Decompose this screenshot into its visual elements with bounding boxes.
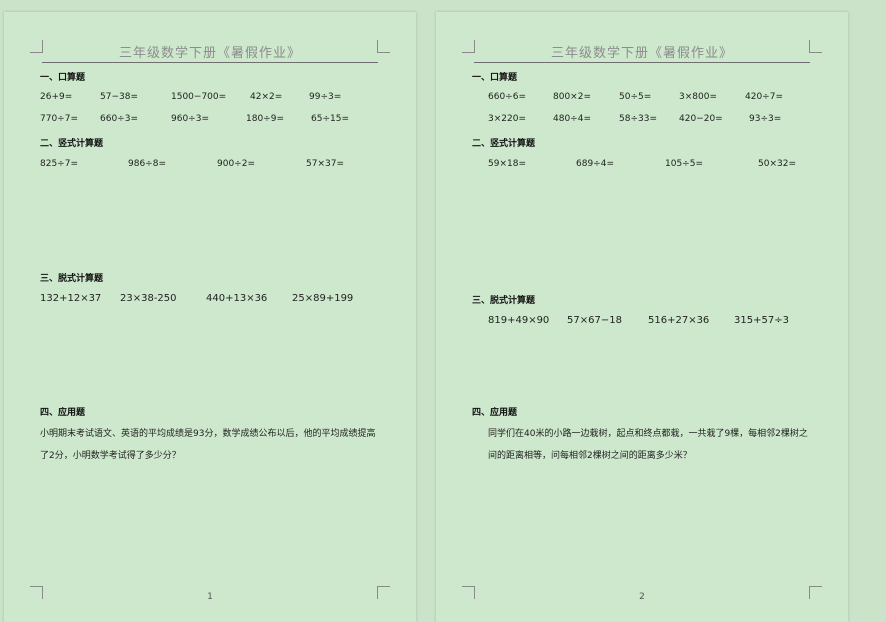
page-number: 2: [639, 592, 645, 602]
section-title-oral: 一、口算题: [472, 73, 518, 83]
problem: 132+12×37: [40, 293, 102, 304]
section-title-step: 三、脱式计算题: [40, 274, 104, 284]
problem: 93÷3=: [749, 114, 782, 124]
problem: 50÷5=: [619, 92, 652, 102]
problem: 420−20=: [679, 114, 723, 124]
page-header: 三年级数学下册《暑假作业》: [42, 42, 378, 63]
section-title-vertical: 二、竖式计算题: [40, 139, 104, 149]
word-problem: 同学们在40米的小路一边栽树，起点和终点都栽，一共栽了9棵，每相邻2棵树之间的距…: [488, 429, 808, 461]
problem: 59×18=: [488, 159, 526, 169]
problem: 825÷7=: [40, 159, 78, 169]
problem: 57×37=: [306, 159, 344, 169]
page-header: 三年级数学下册《暑假作业》: [474, 42, 810, 63]
section-title-word: 四、应用题: [472, 408, 518, 418]
problem: 986÷8=: [128, 159, 166, 169]
problem: 689÷4=: [576, 159, 614, 169]
problem: 900÷2=: [217, 159, 255, 169]
corner-mark: [809, 40, 822, 53]
corner-mark: [377, 40, 390, 53]
problem: 960÷3=: [171, 114, 209, 124]
problem: 315+57÷3: [734, 315, 789, 326]
problem: 800×2=: [553, 92, 591, 102]
section-title-vertical: 二、竖式计算题: [472, 139, 536, 149]
problem: 26+9=: [40, 92, 73, 102]
problem: 3×800=: [679, 92, 717, 102]
problem: 440+13×36: [206, 293, 268, 304]
problem: 3×220=: [488, 114, 526, 124]
problem: 1500−700=: [171, 92, 227, 102]
problem: 660÷3=: [100, 114, 138, 124]
problem: 480÷4=: [553, 114, 591, 124]
section-title-step: 三、脱式计算题: [472, 296, 536, 306]
problem: 180÷9=: [246, 114, 284, 124]
word-problem: 小明期末考试语文、英语的平均成绩是93分，数学成绩公布以后，他的平均成绩提高了2…: [40, 429, 376, 461]
section-title-oral: 一、口算题: [40, 73, 86, 83]
problem: 105÷5=: [665, 159, 703, 169]
problem: 23×38-250: [120, 293, 177, 304]
document-page-1: 三年级数学下册《暑假作业》 一、口算题 26+9= 57−38= 1500−70…: [4, 12, 416, 622]
problem: 819+49×90: [488, 315, 550, 326]
problem: 516+27×36: [648, 315, 710, 326]
document-page-2: 三年级数学下册《暑假作业》 一、口算题 660÷6= 800×2= 50÷5= …: [436, 12, 848, 622]
problem: 99÷3=: [309, 92, 342, 102]
problem: 57−38=: [100, 92, 138, 102]
page-number: 1: [207, 592, 213, 602]
problem: 42×2=: [250, 92, 283, 102]
problem: 770÷7=: [40, 114, 78, 124]
problem: 65÷15=: [311, 114, 349, 124]
problem: 50×32=: [758, 159, 796, 169]
problem: 58÷33=: [619, 114, 657, 124]
problem: 420÷7=: [745, 92, 783, 102]
problem: 57×67−18: [567, 315, 622, 326]
section-title-word: 四、应用题: [40, 408, 86, 418]
problem: 660÷6=: [488, 92, 526, 102]
problem: 25×89+199: [292, 293, 354, 304]
